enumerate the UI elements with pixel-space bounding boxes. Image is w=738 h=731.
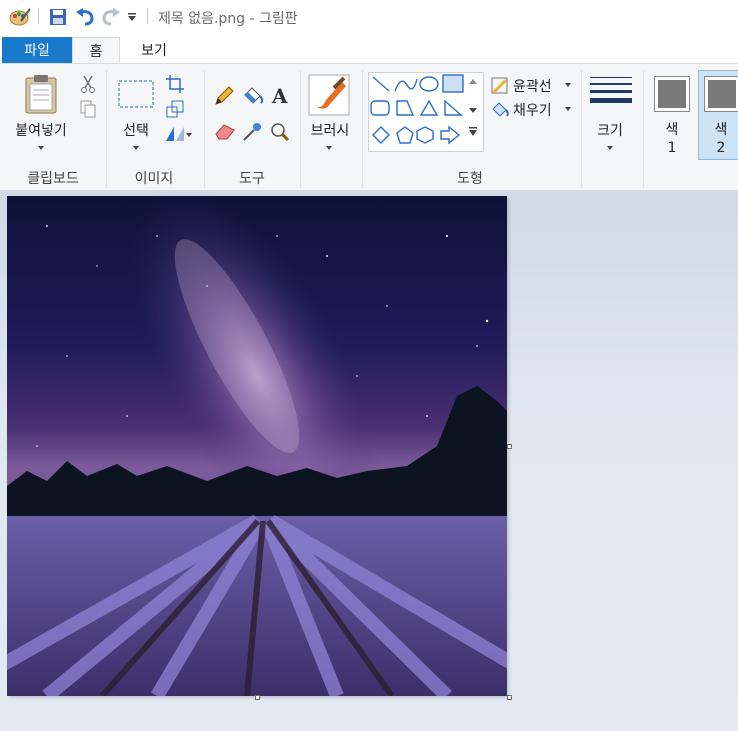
image-group-label: 이미지 (134, 171, 174, 187)
crop-icon[interactable] (166, 75, 184, 97)
save-icon[interactable] (48, 7, 68, 27)
resize-handle-right[interactable] (507, 444, 512, 449)
fill-icon[interactable] (490, 100, 510, 124)
select-icon[interactable] (118, 80, 154, 112)
undo-icon[interactable] (74, 7, 96, 27)
size-dropdown-icon[interactable] (607, 146, 613, 150)
resize-handle-bottom[interactable] (255, 695, 260, 700)
workspace[interactable] (0, 191, 738, 731)
paste-button[interactable]: 붙여넣기 (8, 120, 74, 140)
title-bar: 제목 없음.png - 그림판 (0, 0, 738, 34)
separator (38, 8, 39, 24)
shapes-gallery[interactable] (368, 72, 484, 152)
svg-text:A: A (271, 84, 288, 106)
drawing-canvas[interactable] (7, 196, 507, 696)
group-separator (581, 70, 582, 188)
color2-label: 색 (714, 122, 728, 138)
customize-quick-access-icon[interactable] (125, 7, 139, 27)
color2-number: 2 (716, 140, 726, 156)
outline-button[interactable]: 윤곽선 (513, 76, 552, 96)
canvas-image (7, 196, 507, 696)
size-icon[interactable] (590, 76, 632, 114)
ribbon-tabs: 파일 홈 보기 (0, 34, 738, 64)
group-separator (643, 70, 644, 188)
color2-fill (708, 80, 736, 108)
size-button[interactable]: 크기 (586, 120, 634, 140)
color1-swatch[interactable] (654, 76, 690, 112)
ribbon: 붙여넣기 클립보드 선택 이미지 A 도구 브러시 윤곽선 채우기 도형 크기 … (0, 63, 738, 191)
text-tool-icon[interactable]: A (270, 84, 290, 110)
pencil-icon[interactable] (214, 86, 234, 110)
copy-icon[interactable] (80, 100, 96, 122)
color1-fill (658, 80, 686, 108)
group-separator (362, 70, 363, 188)
fill-bucket-icon[interactable] (242, 86, 264, 110)
outline-icon[interactable] (490, 76, 510, 100)
color1-label[interactable]: 색 (658, 119, 686, 139)
fill-dropdown-icon[interactable] (565, 107, 571, 111)
shapes-more-icon[interactable] (468, 126, 478, 142)
document-title: 제목 없음.png - 그림판 (158, 11, 298, 27)
fill-button[interactable]: 채우기 (513, 100, 552, 120)
shapes-scroll-up-icon[interactable] (468, 74, 478, 89)
color-picker-icon[interactable] (242, 122, 262, 146)
brushes-button[interactable]: 브러시 (302, 120, 358, 140)
tab-home[interactable]: 홈 (72, 37, 120, 64)
color2-button[interactable]: 색 2 (698, 70, 738, 160)
shapes-group-label: 도형 (457, 171, 483, 187)
magnifier-icon[interactable] (270, 122, 290, 146)
resize-icon[interactable] (166, 100, 184, 122)
cut-icon[interactable] (80, 75, 96, 97)
brushes-dropdown-icon[interactable] (326, 146, 332, 150)
redo-icon[interactable] (100, 7, 122, 27)
select-dropdown-icon[interactable] (133, 146, 139, 150)
eraser-icon[interactable] (214, 122, 236, 144)
shapes-scroll-down-icon[interactable] (468, 104, 478, 119)
brushes-icon[interactable] (308, 74, 350, 120)
resize-handle-corner[interactable] (507, 695, 512, 700)
color1-number: 1 (667, 140, 677, 156)
clipboard-group-label: 클립보드 (27, 171, 79, 187)
select-button[interactable]: 선택 (113, 120, 159, 140)
outline-dropdown-icon[interactable] (565, 83, 571, 87)
group-separator (204, 70, 205, 188)
group-separator (106, 70, 107, 188)
rotate-icon[interactable] (164, 125, 192, 147)
paste-dropdown-icon[interactable] (38, 146, 44, 150)
color2-swatch (704, 76, 738, 112)
tab-view[interactable]: 보기 (126, 37, 182, 63)
tools-group-label: 도구 (239, 171, 265, 187)
paste-icon[interactable] (24, 74, 58, 118)
separator (147, 8, 148, 24)
tab-file[interactable]: 파일 (2, 37, 72, 63)
paint-app-icon[interactable] (8, 7, 32, 27)
group-separator (300, 70, 301, 188)
